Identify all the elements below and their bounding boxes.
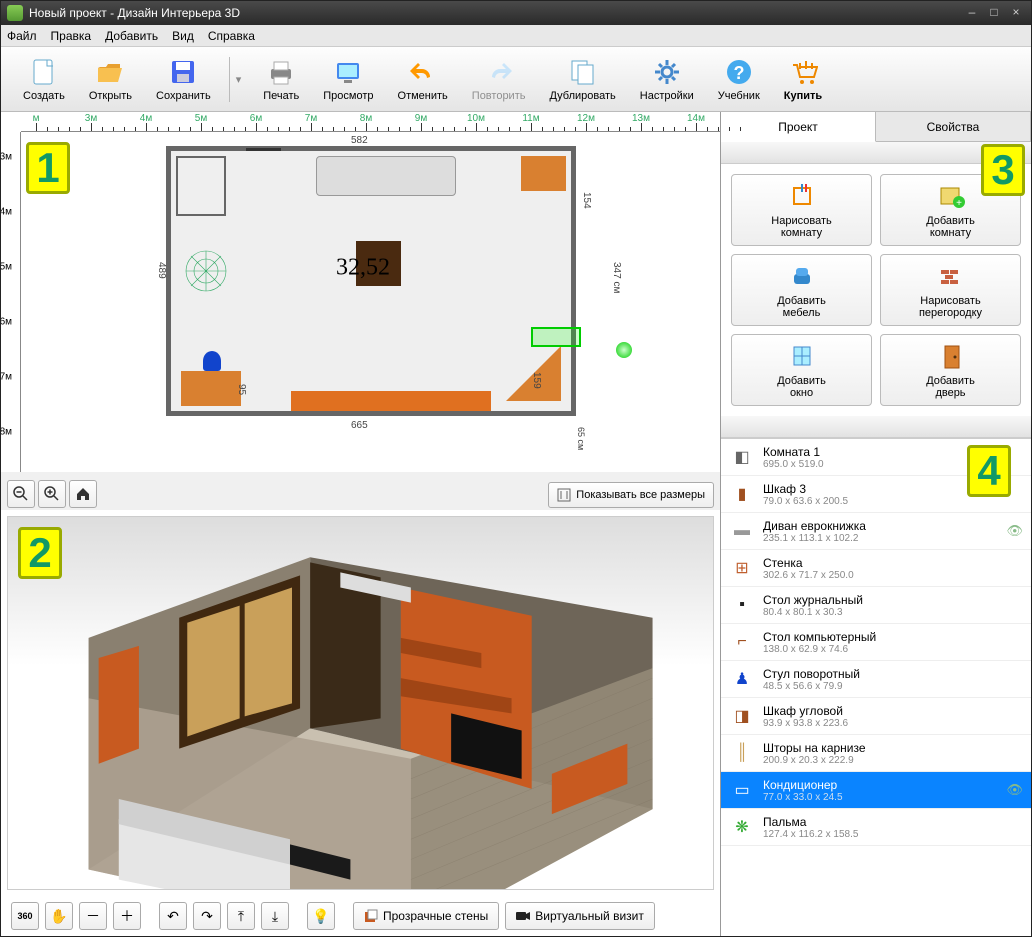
svg-text:+: + xyxy=(956,198,962,209)
preview-button[interactable]: Просмотр xyxy=(317,54,379,104)
tab-properties[interactable]: Свойства xyxy=(876,112,1031,141)
preview-icon xyxy=(332,56,364,88)
create-button[interactable]: Создать xyxy=(17,54,71,104)
titlebar: Новый проект - Дизайн Интерьера 3D – □ × xyxy=(1,1,1031,25)
annotation-3: 3 xyxy=(981,144,1025,196)
floorplan-canvas[interactable]: 32,52 582 347 см 154 665 65 см 489 95 15… xyxy=(21,132,720,472)
undo-button[interactable]: Отменить xyxy=(392,54,454,104)
print-icon xyxy=(265,56,297,88)
settings-icon xyxy=(651,56,683,88)
help-button[interactable]: ?Учебник xyxy=(712,54,766,104)
menu-вид[interactable]: Вид xyxy=(172,29,194,43)
ruler-vertical: 3м4м5м6м7м8м xyxy=(1,132,21,472)
open-icon xyxy=(94,56,126,88)
side-tabs: Проект Свойства xyxy=(721,112,1031,142)
pan-button[interactable]: ✋ xyxy=(45,902,73,930)
object-row[interactable]: ♟Стул поворотный48.5 x 56.6 x 79.9 xyxy=(721,661,1031,698)
room-area-label: 32,52 xyxy=(336,255,390,282)
light-button[interactable]: 💡 xyxy=(307,902,335,930)
svg-text:?: ? xyxy=(733,63,744,83)
toolbar: СоздатьОткрытьСохранить▾ПечатьПросмотрОт… xyxy=(1,47,1031,112)
menubar: Файл Правка Добавить Вид Справка xyxy=(1,25,1031,47)
rotate-360-button[interactable]: 360 xyxy=(11,902,39,930)
redo-button[interactable]: Повторить xyxy=(466,54,532,104)
buy-button[interactable]: Купить xyxy=(778,54,828,104)
action-0[interactable]: Нарисоватькомнату xyxy=(731,174,872,246)
floorplan-area: м3м4м5м6м7м8м9м10м11м12м13м14м 3м4м5м6м7… xyxy=(1,112,720,472)
object-row[interactable]: ⌐Стол компьютерный138.0 x 62.9 x 74.6 xyxy=(721,624,1031,661)
object-row[interactable]: ▬Диван еврокнижка235.1 x 113.1 x 102.2👁 xyxy=(721,513,1031,550)
tilt-up-button[interactable]: ⤒ xyxy=(227,902,255,930)
show-dimensions-button[interactable]: Показывать все размеры xyxy=(548,482,714,508)
zoom-in-button[interactable] xyxy=(38,480,66,508)
visibility-icon[interactable]: 👁 xyxy=(1006,523,1023,539)
view3d-canvas[interactable]: 2 xyxy=(7,516,714,890)
object-row[interactable]: ▪Стол журнальный80.4 x 80.1 x 30.3 xyxy=(721,587,1031,624)
maximize-button[interactable]: □ xyxy=(985,6,1003,20)
tilt-down-button[interactable]: ⤓ xyxy=(261,902,289,930)
v3-zoom-in-button[interactable]: ＋ xyxy=(113,902,141,930)
save-icon xyxy=(167,56,199,88)
minimize-button[interactable]: – xyxy=(963,6,981,20)
annotation-1: 1 xyxy=(26,142,70,194)
room-outline[interactable]: 32,52 xyxy=(166,146,576,416)
annotation-4: 4 xyxy=(967,445,1011,497)
action-4[interactable]: Добавитьокно xyxy=(731,334,872,406)
redo-icon xyxy=(483,56,515,88)
object-row[interactable]: ◨Шкаф угловой93.9 x 93.8 x 223.6 xyxy=(721,698,1031,735)
rotate-left-button[interactable]: ↶ xyxy=(159,902,187,930)
window-title: Новый проект - Дизайн Интерьера 3D xyxy=(29,6,240,20)
help-icon: ? xyxy=(723,56,755,88)
ruler-horizontal: м3м4м5м6м7м8м9м10м11м12м13м14м xyxy=(21,112,720,132)
menu-правка[interactable]: Правка xyxy=(51,29,92,43)
visibility-icon[interactable]: 👁 xyxy=(1006,782,1023,798)
action-2[interactable]: Добавитьмебель xyxy=(731,254,872,326)
view3d-area: 2 xyxy=(1,510,720,936)
annotation-2: 2 xyxy=(18,527,62,579)
menu-файл[interactable]: Файл xyxy=(7,29,37,43)
object-row[interactable]: ⊞Стенка302.6 x 71.7 x 250.0 xyxy=(721,550,1031,587)
zoom-out-button[interactable] xyxy=(7,480,35,508)
tab-project[interactable]: Проект xyxy=(721,112,876,142)
transparent-walls-button[interactable]: Прозрачные стены xyxy=(353,902,499,930)
action-5[interactable]: Добавитьдверь xyxy=(880,334,1021,406)
object-row[interactable]: ▭Кондиционер77.0 x 33.0 x 24.5👁 xyxy=(721,772,1031,809)
object-row[interactable]: ❋Пальма127.4 x 116.2 x 158.5 xyxy=(721,809,1031,846)
home-button[interactable] xyxy=(69,480,97,508)
v3-zoom-out-button[interactable]: － xyxy=(79,902,107,930)
rotate-right-button[interactable]: ↷ xyxy=(193,902,221,930)
create-icon xyxy=(28,56,60,88)
menu-добавить[interactable]: Добавить xyxy=(105,29,158,43)
settings-button[interactable]: Настройки xyxy=(634,54,700,104)
print-button[interactable]: Печать xyxy=(257,54,305,104)
view3d-controls: 360 ✋ － ＋ ↶ ↷ ⤒ ⤓ 💡 Прозрачные стены xyxy=(1,896,720,936)
open-button[interactable]: Открыть xyxy=(83,54,138,104)
menu-справка[interactable]: Справка xyxy=(208,29,255,43)
object-list: 4 ◧Комната 1695.0 x 519.0▮Шкаф 379.0 x 6… xyxy=(721,438,1031,936)
duplicate-icon xyxy=(567,56,599,88)
save-button[interactable]: Сохранить xyxy=(150,54,217,104)
section-header-2 xyxy=(721,416,1031,438)
object-row[interactable]: ║Шторы на карнизе200.9 x 20.3 x 222.9 xyxy=(721,735,1031,772)
action-3[interactable]: Нарисоватьперегородку xyxy=(880,254,1021,326)
close-button[interactable]: × xyxy=(1007,6,1025,20)
undo-icon xyxy=(407,56,439,88)
virtual-visit-button[interactable]: Виртуальный визит xyxy=(505,902,655,930)
app-icon xyxy=(7,5,23,21)
duplicate-button[interactable]: Дублировать xyxy=(543,54,621,104)
buy-icon xyxy=(787,56,819,88)
